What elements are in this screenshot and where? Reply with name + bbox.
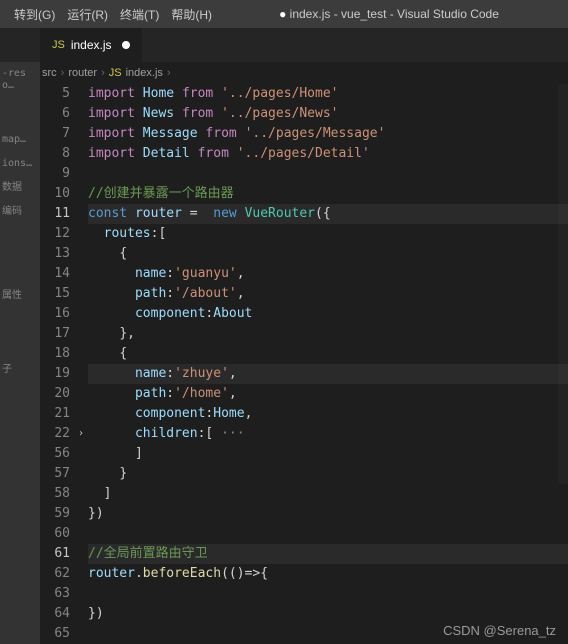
code-line: }) xyxy=(88,604,568,624)
code-line: routes:[ xyxy=(88,224,568,244)
code-line: import Home from '../pages/Home' xyxy=(88,84,568,104)
menu-terminal[interactable]: 终端(T) xyxy=(114,6,165,23)
tab-index-js[interactable]: JS index.js xyxy=(40,28,143,62)
activity-item[interactable]: map… xyxy=(0,128,40,152)
code-content[interactable]: import Home from '../pages/Home' import … xyxy=(88,84,568,644)
code-line: path:'/home', xyxy=(88,384,568,404)
js-file-icon: JS xyxy=(52,39,65,51)
code-line: name:'guanyu', xyxy=(88,264,568,284)
code-line: //全局前置路由守卫 xyxy=(88,544,568,564)
js-file-icon: JS xyxy=(109,67,122,79)
breadcrumb[interactable]: src › router › JS index.js › xyxy=(0,62,568,84)
tab-bar: JS index.js xyxy=(0,28,568,62)
code-line xyxy=(88,164,568,184)
activity-item[interactable]: -reso… xyxy=(0,62,40,98)
fold-icon[interactable]: › xyxy=(78,424,84,444)
activity-item[interactable]: 编码 xyxy=(0,200,40,224)
watermark: CSDN @Serena_tz xyxy=(443,623,556,638)
code-line: //创建并暴露一个路由器 xyxy=(88,184,568,204)
code-line: component:About xyxy=(88,304,568,324)
code-line xyxy=(88,584,568,604)
activity-item[interactable]: 属性 xyxy=(0,284,40,308)
code-line: children:[ ··· xyxy=(88,424,568,444)
code-line: ] xyxy=(88,484,568,504)
activity-item[interactable]: ions… xyxy=(0,152,40,176)
code-line: }, xyxy=(88,324,568,344)
menu-goto[interactable]: 转到(G) xyxy=(8,6,61,23)
code-line: name:'zhuye', xyxy=(88,364,568,384)
code-line: } xyxy=(88,464,568,484)
code-editor[interactable]: 5 6 7 8 9 10 11 12 13 14 15 16 17 18 19 … xyxy=(40,84,568,644)
unsaved-indicator-icon xyxy=(122,41,130,49)
menubar: 转到(G) 运行(R) 终端(T) 帮助(H) ● index.js - vue… xyxy=(0,0,568,28)
line-gutter: 5 6 7 8 9 10 11 12 13 14 15 16 17 18 19 … xyxy=(40,84,88,644)
menu-run[interactable]: 运行(R) xyxy=(61,6,114,23)
activity-bar: -reso… map… ions… 数据 编码 属性 子 xyxy=(0,62,40,644)
code-line: import News from '../pages/News' xyxy=(88,104,568,124)
code-line: import Detail from '../pages/Detail' xyxy=(88,144,568,164)
minimap[interactable] xyxy=(558,84,568,484)
menu-help[interactable]: 帮助(H) xyxy=(165,6,218,23)
code-line xyxy=(88,524,568,544)
code-line: { xyxy=(88,344,568,364)
code-line: component:Home, xyxy=(88,404,568,424)
activity-item[interactable]: 数据 xyxy=(0,176,40,200)
code-line: path:'/about', xyxy=(88,284,568,304)
code-line: }) xyxy=(88,504,568,524)
activity-item[interactable]: 子 xyxy=(0,358,40,382)
code-line: { xyxy=(88,244,568,264)
code-line: router.beforeEach(()=>{ xyxy=(88,564,568,584)
window-title: ● index.js - vue_test - Visual Studio Co… xyxy=(218,7,560,21)
code-line: ] xyxy=(88,444,568,464)
code-line: const router = new VueRouter({ xyxy=(88,204,568,224)
code-line: import Message from '../pages/Message' xyxy=(88,124,568,144)
tab-label: index.js xyxy=(71,38,112,52)
